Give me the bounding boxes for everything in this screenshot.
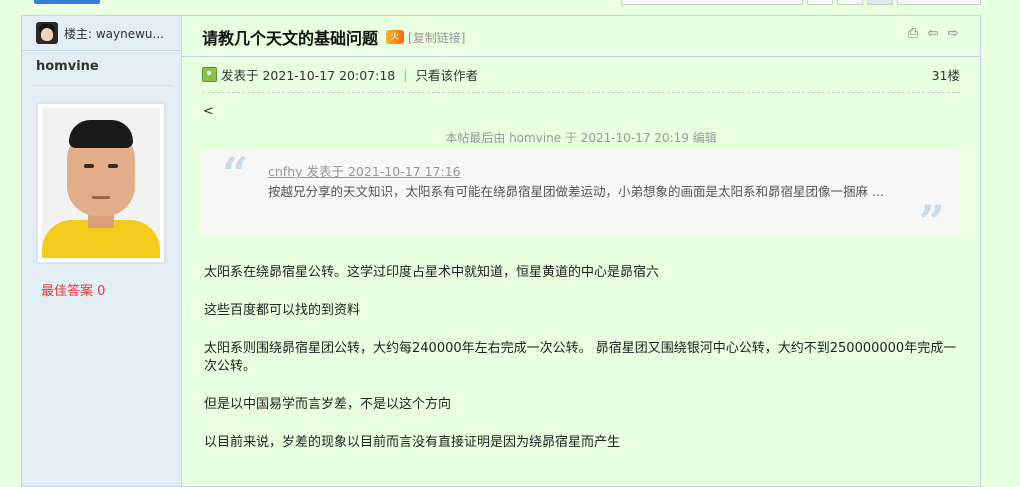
quote-close-icon: ” [918,195,945,249]
post-meta: 发表于 2021-10-17 20:07:18 | 只看该作者 31楼 [202,65,960,83]
divider [30,85,173,86]
author-avatar[interactable] [37,103,165,263]
top-pager[interactable] [621,0,803,5]
online-status-icon [202,66,217,82]
avatar-photo [42,108,160,258]
paragraph: 但是以中国易学而言岁差，不是以这个方向 [204,397,452,412]
paragraph: 太阳系在绕昴宿星公转。这学过印度占星术中就知道，恒星黄道的中心是昴宿六 [204,265,660,280]
paragraph: 太阳系则围绕昴宿星团公转，大约每240000年左右完成一次公转。 昴宿星团又围绕… [204,341,957,374]
title-row: 请教几个天文的基础问题 火 [复制链接] ⎙ ⇦ ⇨ [202,25,960,49]
author-name[interactable]: homvine [22,51,181,81]
next-thread-icon[interactable]: ⇨ [946,27,960,41]
quote-source-link[interactable]: cnfhy 发表于 2021-10-17 17:16 [268,161,461,180]
post-container: 楼主: waynewu... homvine 最佳答案 0 请教几个天文的基础问… [21,15,981,487]
top-pager-prev[interactable] [807,0,833,5]
stray-char: < [203,104,214,119]
post-main: 请教几个天文的基础问题 火 [复制链接] ⎙ ⇦ ⇨ 发表于 2021-10-1… [182,16,980,486]
print-icon[interactable]: ⎙ [906,27,920,41]
title-tools: ⎙ ⇦ ⇨ [906,27,960,41]
post-body: 太阳系在绕昴宿星公转。这学过印度占星术中就知道，恒星黄道的中心是昴宿六 这些百度… [204,264,964,472]
quote-block: “ cnfhy 发表于 2021-10-17 17:16 按越兄分享的天文知识，… [202,147,959,245]
top-toolbar [0,0,1020,6]
separator: | [403,66,408,82]
paragraph: 以目前来说，岁差的现象以目前而言没有直接证明是因为绕昴宿星而产生 [204,435,621,450]
thread-title: 请教几个天文的基础问题 [202,29,379,48]
only-author-link[interactable]: 只看该作者 [415,65,478,84]
divider [202,92,960,93]
author-sidebar: 楼主: waynewu... homvine 最佳答案 0 [22,16,182,486]
top-pager-next[interactable] [837,0,863,5]
hot-badge-icon: 火 [386,30,405,44]
floor-number[interactable]: 31楼 [932,65,960,84]
top-pager-current[interactable] [867,0,893,5]
owner-label[interactable]: 楼主: waynewu... [64,25,164,42]
best-answer-count[interactable]: 最佳答案 0 [41,280,105,299]
copy-link[interactable]: [复制链接] [408,29,465,46]
owner-avatar[interactable] [36,22,58,44]
quote-open-icon: “ [222,147,249,201]
paragraph: 这些百度都可以找的到资料 [204,303,361,318]
thread-owner[interactable]: 楼主: waynewu... [22,16,181,51]
prev-thread-icon[interactable]: ⇦ [926,27,940,41]
quote-text: 按越兄分享的天文知识，太阳系有可能在绕昴宿星团做差运动，小弟想象的画面是太阳系和… [268,184,884,199]
top-pager-more[interactable] [897,0,981,5]
edit-note: 本帖最后由 homvine 于 2021-10-17 20:19 编辑 [445,131,717,145]
divider [182,56,980,57]
reply-button[interactable] [34,0,100,4]
post-time: 发表于 2021-10-17 20:07:18 [221,67,396,83]
